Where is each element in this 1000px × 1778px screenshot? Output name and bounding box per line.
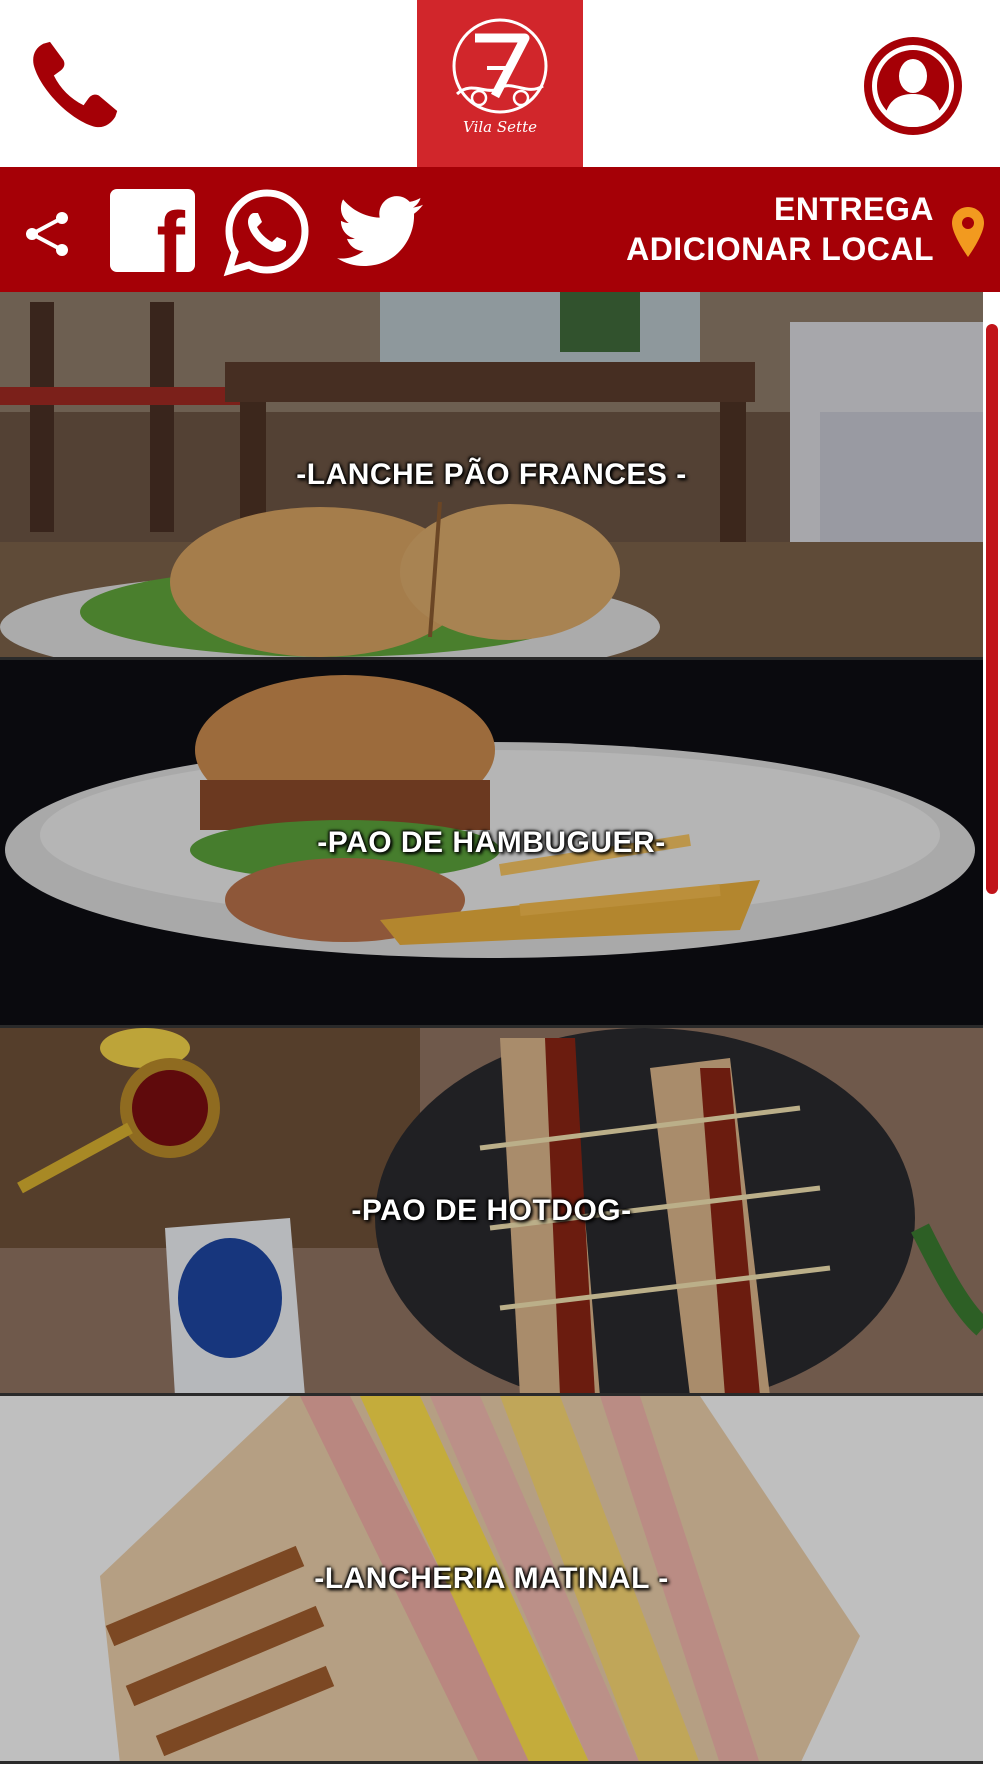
twitter-icon[interactable] — [337, 195, 423, 269]
delivery-location-button[interactable]: ENTREGA ADICIONAR LOCAL — [626, 189, 934, 269]
social-delivery-bar: f ENTREGA ADICIONAR LOCAL — [0, 167, 1000, 292]
brand-logo[interactable]: Vila Sette — [417, 0, 583, 167]
whatsapp-icon[interactable] — [222, 187, 312, 277]
scrollbar[interactable] — [986, 324, 998, 894]
category-label: -PAO DE HOTDOG- — [351, 1193, 632, 1227]
phone-icon[interactable] — [26, 38, 122, 134]
category-list: -LANCHE PÃO FRANCES - -PAO DE HAMBUGUER- — [0, 292, 983, 1778]
facebook-icon[interactable]: f — [110, 189, 195, 286]
user-icon[interactable] — [863, 36, 963, 136]
delivery-title: ENTREGA — [774, 191, 934, 227]
logo-emblem-icon — [452, 18, 548, 114]
top-header: Vila Sette — [0, 0, 1000, 167]
share-icon[interactable] — [22, 209, 72, 259]
app-screen: Vila Sette f ENTREGA ADICIONAR LOCAL -LA… — [0, 0, 1000, 1778]
logo-brand-text: Vila Sette — [463, 118, 537, 136]
facebook-glyph: f — [156, 195, 185, 291]
category-card-lanche-pao-frances[interactable]: -LANCHE PÃO FRANCES - — [0, 292, 983, 660]
category-label: -PAO DE HAMBUGUER- — [317, 825, 666, 859]
location-pin-icon[interactable] — [950, 205, 986, 259]
category-card-pao-de-hambuguer[interactable]: -PAO DE HAMBUGUER- — [0, 660, 983, 1028]
delivery-add-location: ADICIONAR LOCAL — [626, 231, 934, 267]
category-card-lancheria-matinal[interactable]: -LANCHERIA MATINAL - — [0, 1396, 983, 1764]
category-label: -LANCHE PÃO FRANCES - — [296, 457, 687, 491]
category-label: -LANCHERIA MATINAL - — [314, 1561, 669, 1595]
category-card-pao-de-hotdog[interactable]: -PAO DE HOTDOG- — [0, 1028, 983, 1396]
